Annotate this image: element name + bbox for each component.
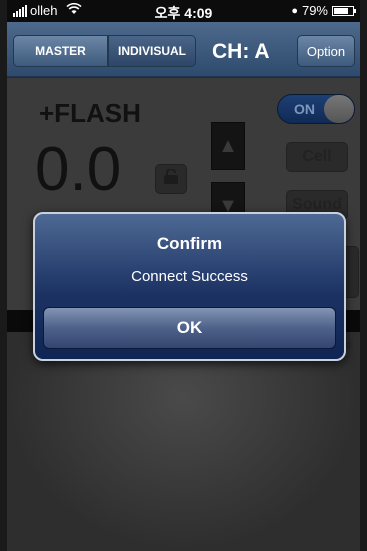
toggle-label: ON — [294, 101, 315, 117]
toggle-knob — [324, 95, 354, 123]
status-bar: olleh 오후 4:09 ● 79% — [7, 0, 360, 22]
segment-master[interactable]: MASTER — [13, 35, 108, 67]
lock-icon — [162, 167, 180, 190]
alert-message: Connect Success — [131, 268, 248, 285]
cell-button[interactable]: Cell — [286, 142, 348, 172]
alert-title: Confirm — [156, 234, 223, 253]
lock-button[interactable] — [155, 164, 187, 194]
battery-icon — [332, 5, 356, 16]
phone-screen: olleh 오후 4:09 ● 79% MASTER INDIVISUAL CH… — [7, 0, 360, 551]
segment-individual[interactable]: INDIVISUAL — [108, 35, 196, 67]
flash-value: 0.0 — [35, 135, 122, 204]
arrow-up-icon: ▲ — [218, 134, 238, 157]
option-button[interactable]: Option — [297, 35, 355, 67]
confirm-alert: Confirm Connect Success OK — [33, 212, 346, 361]
lower-area — [7, 332, 360, 551]
channel-label: CH: A — [212, 40, 270, 63]
battery-fill — [334, 7, 348, 14]
on-toggle[interactable]: ON — [277, 94, 355, 124]
flash-label: +FLASH — [39, 98, 141, 128]
battery-percent: 79% — [301, 3, 328, 18]
alarm-icon: ● — [291, 4, 298, 17]
ok-button[interactable]: OK — [43, 307, 336, 349]
navigation-bar: MASTER INDIVISUAL CH: A Option — [7, 22, 360, 77]
increase-button[interactable]: ▲ — [211, 122, 245, 170]
status-right: ● 79% — [291, 3, 356, 18]
